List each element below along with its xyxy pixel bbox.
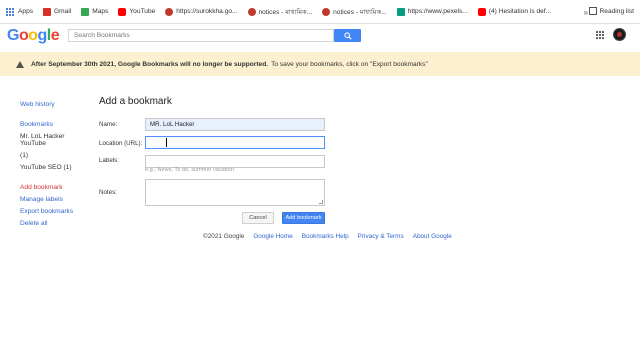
bookmark-label: Maps [92,8,109,15]
location-url-field[interactable] [145,136,325,149]
sidebar-add-bookmark[interactable]: Add bookmark [20,184,90,191]
footer: ©2021 Google Google Home Bookmarks Help … [203,233,461,240]
name-label: Name: [99,121,118,128]
sidebar-web-history[interactable]: Web history [20,101,90,108]
bookmark-pexels[interactable]: https://www.pexels... [396,7,468,16]
bookmark-notices-1[interactable]: notices - মাধ্যমিক... [247,6,313,18]
deprecation-banner: After September 30th 2021, Google Bookma… [0,52,640,76]
footer-link-google-home[interactable]: Google Home [253,233,292,240]
search-button[interactable] [334,29,361,42]
sidebar-bookmarks[interactable]: Bookmarks [20,121,90,128]
footer-copyright: ©2021 Google [203,233,245,240]
site-icon [247,7,256,16]
bookmark-notices-2[interactable]: notices - মাধ্যমিক... [322,6,387,18]
logo-letter: g [37,27,48,44]
name-field[interactable]: MR. LoL Hacker [145,118,325,131]
banner-bold-text: After September 30th 2021, Google Bookma… [31,60,269,68]
youtube-icon [118,7,127,16]
logo-letter: o [18,27,29,44]
apps-grid-icon [6,7,14,16]
sidebar-export-bookmarks[interactable]: Export bookmarks [20,208,90,215]
reading-list-icon [588,7,597,15]
footer-link-about-google[interactable]: About Google [413,233,452,240]
notes-textarea[interactable] [145,179,325,206]
cancel-button[interactable]: Cancel [242,212,274,224]
add-bookmark-button[interactable]: Add bookmark [282,212,325,224]
labels-hint: e.g., News, To do, summer vacation [145,167,234,173]
search-icon [343,31,352,40]
page-title: Add a bookmark [99,96,172,107]
bookmark-label: notices - মাধ্যমিক... [258,8,313,16]
footer-link-bookmarks-help[interactable]: Bookmarks Help [302,233,349,240]
bookmark-label: https://surokkha.go... [176,8,238,15]
gmail-icon [43,7,52,16]
footer-link-privacy-terms[interactable]: Privacy & Terms [358,233,404,240]
bookmark-apps[interactable]: Apps [6,7,34,16]
bookmark-hesitation[interactable]: (4) Hesitation is def... [477,7,552,16]
logo-letter: e [50,27,60,44]
reading-list-label: Reading list [599,7,634,15]
site-icon [322,7,331,16]
text-cursor [166,138,169,147]
bookmark-label: (4) Hesitation is def... [488,8,552,15]
resize-handle-icon[interactable] [319,200,323,204]
bookmark-label: notices - মাধ্যমিক... [333,8,387,16]
bookmark-gmail[interactable]: Gmail [43,7,72,16]
youtube-icon [477,7,486,16]
site-icon [165,7,174,16]
sidebar-label-item[interactable]: YouTube SEO (1) [20,164,90,171]
sidebar-manage-labels[interactable]: Manage labels [20,196,90,203]
reading-list-button[interactable]: Reading list [588,7,634,15]
location-label: Location (URL): [99,140,143,147]
bookmark-label: Apps [18,8,34,15]
notes-label: Notes: [99,189,117,196]
bookmark-label: Gmail [54,8,72,15]
google-logo[interactable]: Google [7,27,60,45]
sidebar-label-count: (1) [20,152,29,159]
sidebar-delete-all[interactable]: Delete all [20,220,90,227]
maps-icon [81,7,90,16]
bookmarks-overflow-button[interactable]: » [584,8,588,17]
google-apps-icon[interactable] [596,31,604,39]
sidebar: Web history Bookmarks Mr. LoL Hacker You… [20,98,90,227]
labels-label: Labels: [99,157,119,164]
bookmark-surokkha[interactable]: https://surokkha.go... [165,7,238,16]
warning-icon [16,60,24,68]
bookmark-youtube[interactable]: YouTube [118,7,156,16]
logo-letter: G [7,27,19,44]
bookmark-label: YouTube [129,8,156,15]
banner-text: To save your bookmarks, click on "Export… [271,60,428,68]
pexels-icon [396,7,405,16]
logo-letter: o [28,27,38,44]
search-bookmarks-input[interactable]: Search Bookmarks [68,29,334,42]
bookmark-maps[interactable]: Maps [81,7,109,16]
bookmark-label: https://www.pexels... [407,8,468,15]
browser-bookmarks-bar: Apps Gmail Maps YouTube https://surokkha… [0,0,640,24]
account-avatar[interactable] [613,28,626,41]
sidebar-label-item[interactable]: Mr. LoL Hacker YouTube [20,133,90,147]
